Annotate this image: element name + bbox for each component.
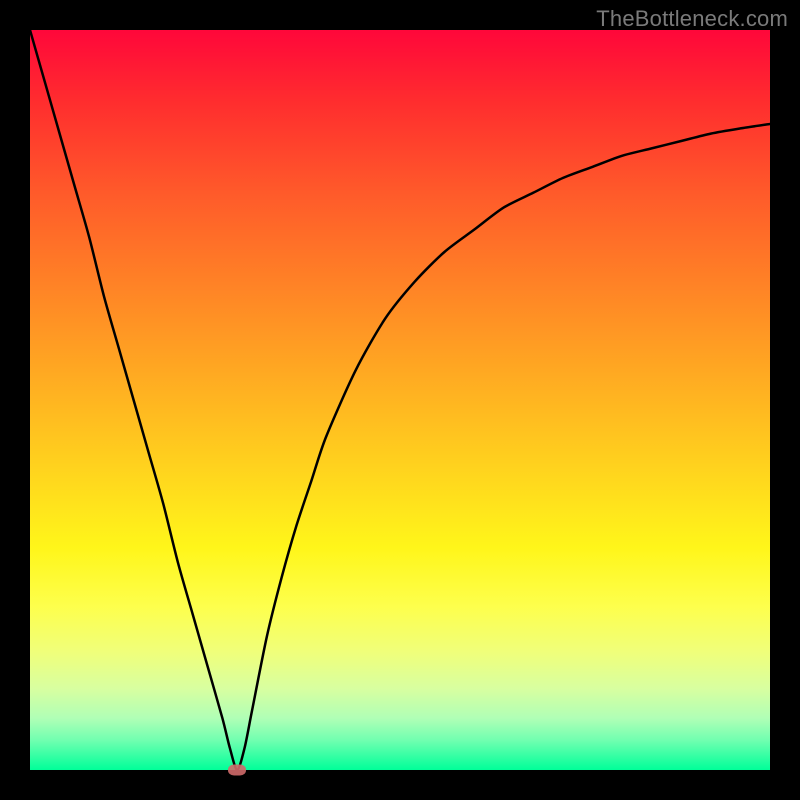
optimum-marker [228, 765, 246, 776]
watermark-text: TheBottleneck.com [596, 6, 788, 32]
chart-frame: TheBottleneck.com [0, 0, 800, 800]
bottleneck-curve [30, 30, 770, 770]
chart-plot-area [30, 30, 770, 770]
